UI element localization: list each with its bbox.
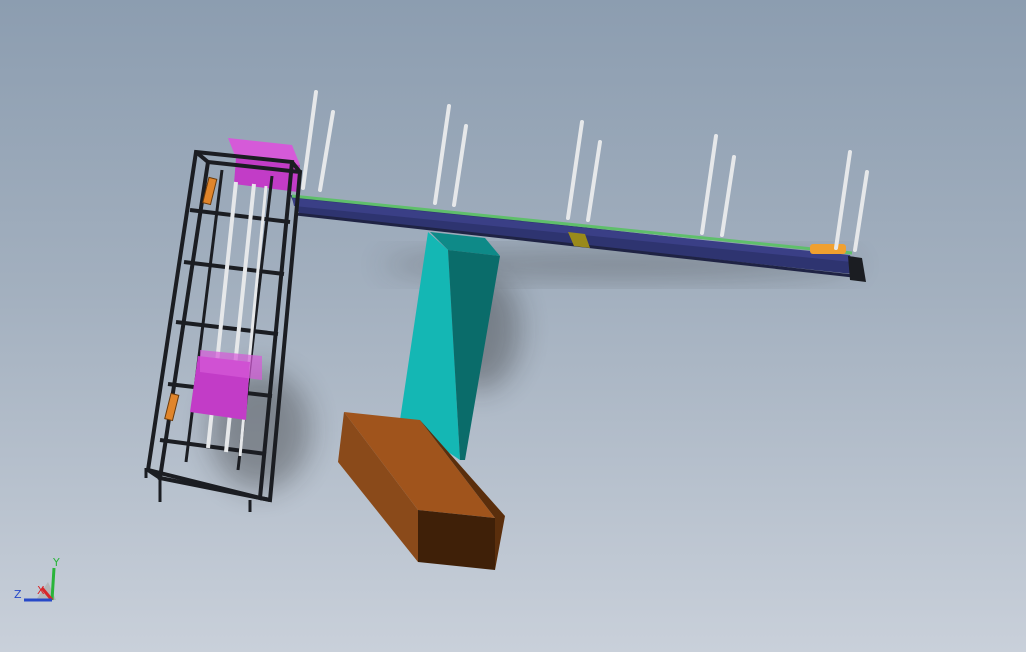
bottom-handle [164, 392, 180, 422]
conveyor-belt [292, 198, 852, 262]
y-axis-label: Y [52, 556, 60, 569]
3d-viewport[interactable]: Y X Z [0, 0, 1026, 652]
guide-pole [566, 120, 584, 220]
conveyor-stopper [810, 244, 846, 254]
coordinate-triad: Y X Z [14, 556, 60, 602]
y-axis-line [50, 567, 56, 601]
x-axis-label: X [37, 584, 45, 597]
guide-pole [700, 134, 718, 235]
conveyor-end-bracket [848, 256, 866, 282]
guide-pole [834, 150, 852, 250]
guide-pole [433, 104, 451, 205]
model-shadows [210, 253, 860, 490]
z-axis-label: Z [14, 588, 22, 601]
cad-model-scene[interactable]: Y X Z [0, 0, 1026, 652]
guide-pole [301, 90, 318, 190]
base-block[interactable] [338, 412, 505, 570]
